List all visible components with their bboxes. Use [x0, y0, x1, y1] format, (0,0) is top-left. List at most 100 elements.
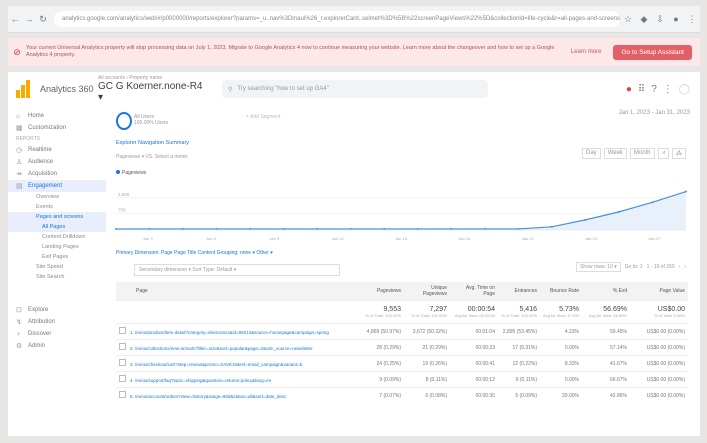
reload-icon[interactable]: ↻ — [36, 14, 50, 25]
account-selector[interactable]: All accounts › Property name GC G Koerne… — [98, 75, 208, 103]
more-icon[interactable]: ⋮ — [663, 84, 673, 95]
sidebar-item-admin[interactable]: ⚙ Admin — [8, 340, 106, 352]
metric-cell: US$0.00 (0.00%) — [630, 371, 688, 388]
page-cell[interactable]: 5. /en/us/account/orders?view=history&ra… — [116, 387, 356, 403]
row-number: 2. — [130, 346, 134, 351]
col-header-bounce-rate[interactable]: Bounce Rate — [540, 282, 582, 301]
discover-icon: ♀ — [16, 330, 22, 338]
page-link[interactable]: /en/us/support/faq?topic=shipping&questi… — [135, 378, 271, 383]
metric-cell: 19 (0.26%) — [404, 355, 450, 372]
sidebar-sub-landing-pages[interactable]: Landing Pages — [8, 242, 106, 252]
sidebar-sub-all-pages[interactable]: All Pages — [8, 222, 106, 232]
date-range-picker[interactable]: Jan 1, 2023 - Jan 31, 2023 — [619, 110, 690, 116]
sidebar-item-attribution[interactable]: ↯ Attribution — [8, 316, 106, 328]
row-checkbox[interactable] — [119, 391, 126, 398]
col-header-avg-time[interactable]: Avg. Time on Page — [450, 282, 498, 301]
week-button[interactable]: Week — [603, 148, 627, 159]
table-totals-row: 9,553% of Total: 100.00% 7,297% of Total:… — [116, 300, 688, 324]
page-cell[interactable]: 3. /en/us/checkout/cart?step=review&prom… — [116, 355, 356, 372]
sidebar-item-audience[interactable]: ♙ Audience — [8, 156, 106, 168]
add-segment-button[interactable]: + Add Segment — [246, 114, 280, 120]
secondary-dimension-input[interactable]: Secondary dimension ▾ Sort Type: Default… — [134, 264, 340, 276]
chevron-down-icon: ▾ — [98, 92, 104, 103]
chart-controls: Day Week Month ⩘ ⁂ — [582, 148, 686, 159]
page-link[interactable]: /en/us/account/orders?view=history&range… — [135, 394, 286, 399]
table-row[interactable]: 3. /en/us/checkout/cart?step=review&prom… — [116, 355, 688, 372]
next-page-icon[interactable]: › — [684, 264, 686, 270]
go-to-input[interactable]: Go to: 1 — [625, 264, 643, 270]
sidebar-sub-pages[interactable]: Pages and screens — [8, 212, 106, 222]
sidebar-item-home[interactable]: ⌂ Home — [8, 110, 106, 122]
table-row[interactable]: 1. /en/us/product/item-detail?category=e… — [116, 323, 688, 340]
forward-icon[interactable]: → — [22, 14, 36, 24]
back-icon[interactable]: ← — [8, 14, 22, 24]
data-point — [617, 210, 620, 213]
sidebar-sub-site-search[interactable]: Site Search — [8, 272, 106, 282]
extension-icon[interactable]: ◆ — [636, 14, 652, 25]
apps-icon[interactable]: ⠿ — [638, 84, 645, 95]
sidebar-item-customization[interactable]: ▦ Customization — [8, 122, 106, 134]
col-header-entrances[interactable]: Entrances — [498, 282, 540, 301]
sidebar-item-realtime[interactable]: ◷ Realtime — [8, 144, 106, 156]
motion-icon[interactable]: ⁂ — [672, 148, 686, 159]
sidebar-sub-content-drilldown[interactable]: Content Drilldown — [8, 232, 106, 242]
page-link[interactable]: /en/us/checkout/cart?step=review&promo=S… — [135, 362, 302, 367]
data-point — [182, 227, 185, 230]
analytics-logo-icon — [16, 80, 34, 98]
sidebar-item-engagement[interactable]: ▤ Engagement — [8, 180, 106, 192]
sidebar-sub-exit-pages[interactable]: Exit Pages — [8, 252, 106, 262]
sidebar-sub-events[interactable]: Events — [8, 202, 106, 212]
col-header-pageviews[interactable]: Pageviews — [356, 282, 404, 301]
setup-assistant-button[interactable]: Go to Setup Assistant — [613, 44, 692, 60]
report-tabs[interactable]: Explorer Navigation Summary — [116, 140, 189, 146]
sidebar-item-discover[interactable]: ♀ Discover — [8, 328, 106, 340]
col-header-exit[interactable]: % Exit — [582, 282, 630, 301]
col-header-unique-pageviews[interactable]: Unique Pageviews — [404, 282, 450, 301]
table-row[interactable]: 4. /en/us/support/faq?topic=shipping&que… — [116, 371, 688, 388]
rows-select[interactable]: Show rows: 10 ▾ — [576, 262, 621, 272]
bookmark-icon[interactable]: ☆ — [620, 14, 636, 25]
alert-icon[interactable]: ● — [626, 84, 632, 95]
sidebar-item-explore[interactable]: ⊡ Explore — [8, 304, 106, 316]
total-value: US$0.00 — [657, 306, 685, 313]
table-row[interactable]: 5. /en/us/account/orders?view=history&ra… — [116, 387, 688, 403]
row-checkbox[interactable] — [119, 343, 126, 350]
page-range: 1 - 10 of 250 — [646, 264, 675, 270]
page-cell[interactable]: 1. /en/us/product/item-detail?category=e… — [116, 323, 356, 340]
menu-icon[interactable]: ⋮ — [684, 14, 700, 25]
help-icon[interactable]: ? — [651, 84, 657, 95]
sidebar-sub-overview[interactable]: Overview — [8, 192, 106, 202]
row-checkbox[interactable] — [119, 327, 126, 334]
metric-selector[interactable]: Pageviews ▾ VS. Select a metric — [116, 154, 188, 160]
row-checkbox[interactable] — [119, 359, 126, 366]
gear-icon: ⚙ — [16, 343, 23, 350]
table-dimension-controls[interactable]: Primary Dimension: Page Page Title Conte… — [116, 250, 273, 256]
day-button[interactable]: Day — [582, 148, 601, 159]
download-icon[interactable]: ⇩ — [652, 14, 668, 25]
total-note: % of Total: 0.00% — [653, 313, 685, 318]
line-icon[interactable]: ⩘ — [657, 148, 669, 159]
avatar[interactable]: ◯ — [679, 84, 690, 95]
col-header-page-value[interactable]: Page Value — [630, 282, 688, 301]
behavior-icon: ▤ — [16, 183, 23, 190]
sidebar-sub-site-speed[interactable]: Site Speed — [8, 262, 106, 272]
month-button[interactable]: Month — [629, 148, 655, 159]
sidebar-item-acquisition[interactable]: ↠ Acquisition — [8, 168, 106, 180]
metric-cell: 5 (0.09%) — [498, 387, 540, 403]
page-cell[interactable]: 2. /en/us/collections/new-arrivals?filte… — [116, 339, 356, 356]
table-header-row: Page Pageviews Unique Pageviews Avg. Tim… — [116, 282, 688, 301]
page-link[interactable]: /en/us/collections/new-arrivals?filter=s… — [135, 346, 313, 351]
home-icon: ⌂ — [16, 112, 21, 120]
search-input[interactable]: ⚲ Try searching "how to set up GA4" — [222, 80, 488, 98]
row-checkbox[interactable] — [119, 375, 126, 382]
table-row[interactable]: 2. /en/us/collections/new-arrivals?filte… — [116, 339, 688, 356]
col-header-page[interactable]: Page — [116, 282, 356, 301]
address-bar[interactable]: analytics.google.com/analytics/web/#/p00… — [54, 11, 620, 27]
learn-more-link[interactable]: Learn more — [571, 49, 602, 55]
page-link[interactable]: /en/us/product/item-detail?category=elec… — [135, 330, 329, 335]
prev-page-icon[interactable]: ‹ — [679, 264, 681, 270]
search-icon: ⚲ — [228, 86, 233, 93]
profile-icon[interactable]: ● — [668, 14, 684, 24]
banner-message: Your current Universal Analytics propert… — [26, 45, 555, 58]
page-cell[interactable]: 4. /en/us/support/faq?topic=shipping&que… — [116, 371, 356, 388]
